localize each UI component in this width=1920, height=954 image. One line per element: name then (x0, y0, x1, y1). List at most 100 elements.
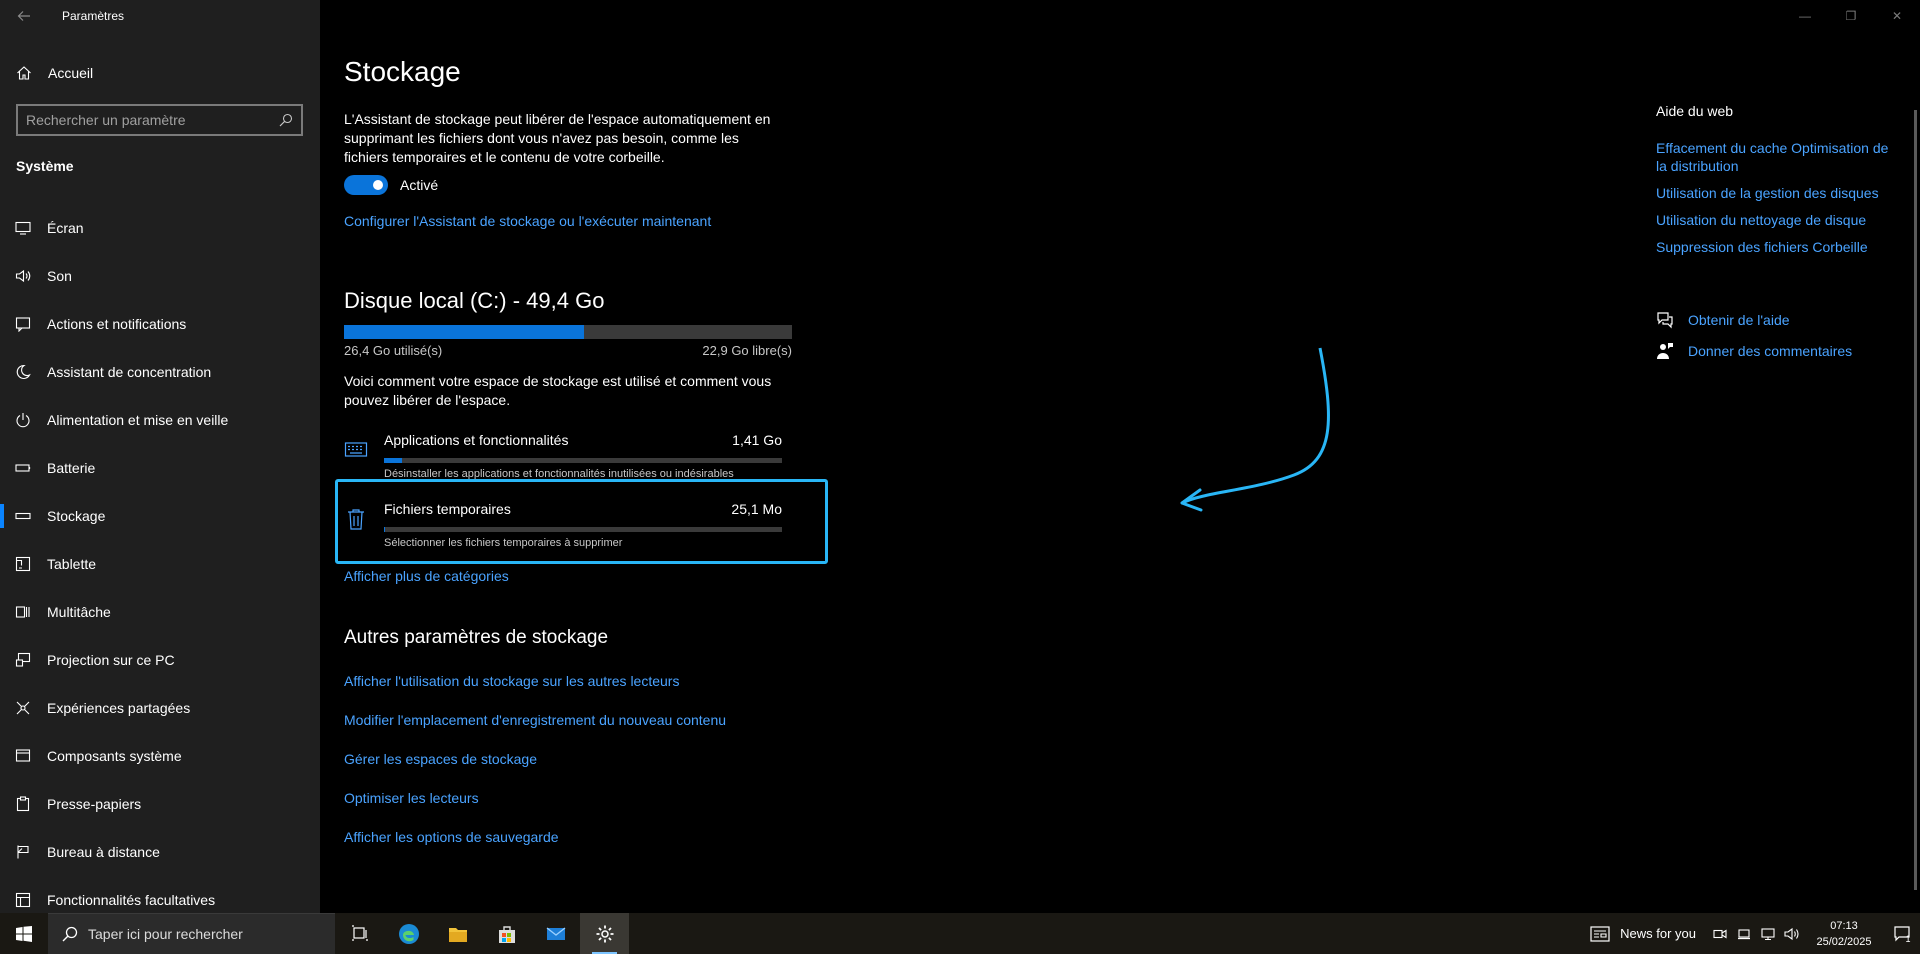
taskbar-search[interactable] (48, 913, 335, 954)
storage-spaces-link[interactable]: Gérer les espaces de stockage (344, 751, 726, 790)
clock-date: 25/02/2025 (1816, 935, 1872, 948)
search-icon[interactable] (279, 113, 293, 127)
sidebar-item-label: Expériences partagées (47, 700, 191, 716)
disk-cleanup-link[interactable]: Utilisation du nettoyage de disque (1656, 211, 1901, 229)
sidebar-item-son[interactable]: Son (0, 252, 320, 300)
category-size: 1,41 Go (732, 432, 782, 448)
tray-devices[interactable] (1732, 913, 1756, 954)
storage-icon (14, 507, 32, 525)
sidebar-item-batterie[interactable]: Batterie (0, 444, 320, 492)
sidebar-item-projection[interactable]: Projection sur ce PC (0, 636, 320, 684)
annotation-arrow (1180, 347, 1330, 512)
other-settings-links: Afficher l'utilisation du stockage sur l… (344, 673, 726, 868)
components-icon (14, 747, 32, 765)
category-bar (384, 458, 782, 463)
tray-network[interactable] (1756, 913, 1780, 954)
news-widget[interactable]: News for you (1590, 925, 1696, 942)
monitor-icon (14, 219, 32, 237)
speaker-icon (14, 267, 32, 285)
feedback-link[interactable]: Donner des commentaires (1688, 343, 1852, 359)
other-drives-link[interactable]: Afficher l'utilisation du stockage sur l… (344, 673, 726, 712)
camera-icon (1713, 929, 1727, 938)
storage-sense-toggle-row: Activé (344, 175, 438, 195)
start-button[interactable] (0, 913, 48, 954)
save-location-link[interactable]: Modifier l'emplacement d'enregistrement … (344, 712, 726, 751)
device-icon (1738, 928, 1750, 939)
network-icon (1761, 927, 1775, 940)
feedback-item[interactable]: Donner des commentaires (1656, 335, 1901, 366)
task-view-button[interactable] (335, 913, 384, 954)
minimize-button[interactable]: — (1782, 0, 1828, 32)
remote-icon (14, 843, 32, 861)
store-icon (498, 925, 515, 943)
sidebar-item-notifications[interactable]: Actions et notifications (0, 300, 320, 348)
backup-options-link[interactable]: Afficher les options de sauvegarde (344, 829, 726, 868)
taskbar-app-mail[interactable] (531, 913, 580, 954)
category-temp-files[interactable]: Fichiers temporaires 25,1 Mo Sélectionne… (344, 497, 792, 567)
disk-usage-bar (344, 325, 792, 339)
taskbar-app-settings[interactable] (580, 913, 629, 954)
more-categories-link[interactable]: Afficher plus de catégories (344, 568, 509, 584)
taskbar-clock[interactable]: 07:13 25/02/2025 (1804, 918, 1884, 950)
back-arrow-icon (17, 11, 30, 21)
page-title: Stockage (344, 56, 461, 87)
usage-description: Voici comment votre espace de stockage e… (344, 373, 772, 408)
sidebar-item-tablette[interactable]: Tablette (0, 540, 320, 588)
share-icon (14, 699, 32, 717)
configure-storage-sense-link[interactable]: Configurer l'Assistant de stockage ou l'… (344, 213, 711, 229)
clock-time: 07:13 (1830, 919, 1858, 932)
restore-button[interactable]: ❐ (1828, 0, 1874, 32)
back-button[interactable] (0, 0, 48, 32)
sidebar-item-alimentation[interactable]: Alimentation et mise en veille (0, 396, 320, 444)
title-bar: Paramètres (0, 0, 320, 32)
taskbar-search-input[interactable] (88, 926, 308, 942)
sidebar-item-composants[interactable]: Composants système (0, 732, 320, 780)
trash-icon (348, 509, 364, 530)
scrollbar[interactable] (1914, 110, 1917, 890)
sidebar-item-stockage[interactable]: Stockage (0, 492, 320, 540)
category-bar (384, 527, 782, 532)
tray-volume[interactable] (1780, 913, 1804, 954)
sidebar-item-experiences-partagees[interactable]: Expériences partagées (0, 684, 320, 732)
sidebar-item-concentration[interactable]: Assistant de concentration (0, 348, 320, 396)
taskbar-app-store[interactable] (482, 913, 531, 954)
category-description: Désinstaller les applications et fonctio… (384, 468, 734, 480)
close-button[interactable]: ✕ (1874, 0, 1920, 32)
action-center-button[interactable]: 1 (1884, 913, 1920, 954)
disk-management-link[interactable]: Utilisation de la gestion des disques (1656, 184, 1901, 202)
taskbar: News for you 07:13 25/02/2025 1 (0, 913, 1920, 954)
feedback-icon (1657, 342, 1673, 359)
edge-icon (398, 923, 419, 944)
notification-icon (14, 315, 32, 333)
get-help-item[interactable]: Obtenir de l'aide (1656, 304, 1901, 335)
sidebar-item-label: Batterie (47, 460, 96, 476)
used-space-label: 26,4 Go utilisé(s) (344, 343, 443, 358)
get-help-link[interactable]: Obtenir de l'aide (1688, 312, 1790, 328)
sidebar-item-bureau-distance[interactable]: Bureau à distance (0, 828, 320, 876)
news-label: News for you (1620, 926, 1696, 941)
keyboard-icon (344, 442, 368, 457)
category-apps[interactable]: Applications et fonctionnalités 1,41 Go … (344, 428, 792, 498)
taskbar-app-file-explorer[interactable] (433, 913, 482, 954)
sidebar-item-multitache[interactable]: Multitâche (0, 588, 320, 636)
sidebar-item-ecran[interactable]: Écran (0, 204, 320, 252)
category-name: Fichiers temporaires (384, 501, 511, 517)
file-explorer-icon (448, 927, 467, 942)
sidebar-item-label: Bureau à distance (47, 844, 160, 860)
settings-search-box[interactable] (16, 104, 303, 136)
delivery-optimization-link[interactable]: Effacement du cache Optimisation de la d… (1656, 139, 1901, 175)
sidebar-item-label: Assistant de concentration (47, 364, 212, 380)
multitask-icon (14, 603, 32, 621)
tray-meet-now[interactable] (1708, 913, 1732, 954)
settings-search-input[interactable] (26, 112, 279, 128)
storage-sense-toggle[interactable] (344, 175, 388, 195)
disk-usage-bar-fill (344, 325, 584, 339)
sidebar-item-label: Tablette (47, 556, 97, 572)
battery-icon (14, 459, 32, 477)
sidebar-item-home[interactable]: Accueil (0, 56, 320, 90)
recycle-bin-link[interactable]: Suppression des fichiers Corbeille (1656, 238, 1901, 256)
optimize-drives-link[interactable]: Optimiser les lecteurs (344, 790, 726, 829)
sidebar-item-presse-papiers[interactable]: Presse-papiers (0, 780, 320, 828)
sidebar-item-label: Alimentation et mise en veille (47, 412, 229, 428)
taskbar-app-edge[interactable] (384, 913, 433, 954)
